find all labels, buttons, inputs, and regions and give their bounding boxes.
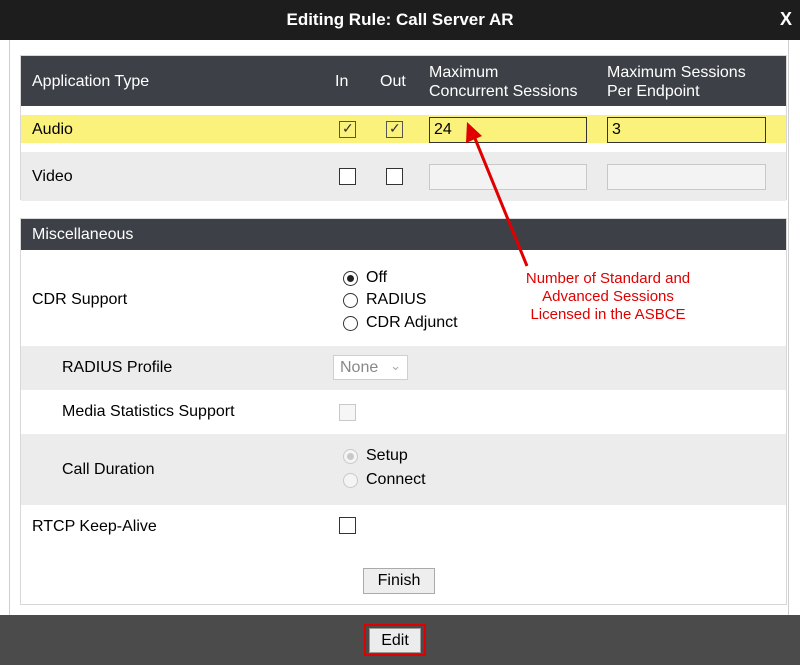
video-out-checkbox[interactable] xyxy=(386,168,403,185)
radius-profile-label: RADIUS Profile xyxy=(62,359,173,376)
radius-profile-select[interactable]: None ⌄ xyxy=(333,355,408,380)
table-row: Video xyxy=(21,155,786,201)
radius-profile-value: None xyxy=(340,359,379,376)
video-in-checkbox[interactable] xyxy=(339,168,356,185)
application-name: Video xyxy=(32,168,73,185)
audio-max-concurrent-input[interactable] xyxy=(429,117,587,143)
call-duration-connect-radio[interactable] xyxy=(343,473,358,488)
media-statistics-row: Media Statistics Support xyxy=(21,390,786,434)
rtcp-keepalive-label: RTCP Keep-Alive xyxy=(32,518,157,535)
cdr-radius-label: RADIUS xyxy=(366,291,427,308)
header-max-concurrent-line1: Maximum xyxy=(429,64,499,81)
call-duration-label: Call Duration xyxy=(62,461,155,478)
cdr-adjunct-label: CDR Adjunct xyxy=(366,314,458,331)
miscellaneous-header-label: Miscellaneous xyxy=(32,226,134,243)
audio-in-checkbox[interactable] xyxy=(339,120,356,138)
header-application-type: Application Type xyxy=(32,73,150,90)
header-max-per-endpoint-line2: Per Endpoint xyxy=(607,83,700,100)
application-table-header: Application Type In Out Maximum Concurre… xyxy=(21,56,786,106)
annotation-note: Number of Standard and Advanced Sessions… xyxy=(500,270,716,324)
annotation-line: Number of Standard and xyxy=(525,270,691,287)
header-in: In xyxy=(335,73,349,90)
cdr-radius-radio[interactable] xyxy=(343,293,358,308)
audio-max-per-endpoint-input[interactable] xyxy=(607,117,766,143)
application-name: Audio xyxy=(32,121,73,138)
video-max-concurrent-input[interactable] xyxy=(429,164,587,190)
cdr-off-radio[interactable] xyxy=(343,271,358,286)
dialog-title: Editing Rule: Call Server AR xyxy=(286,10,514,29)
close-button[interactable]: X xyxy=(780,9,792,30)
annotation-line: Advanced Sessions xyxy=(542,288,674,305)
edit-rule-dialog: Application Type In Out Maximum Concurre… xyxy=(9,40,789,615)
application-table: Application Type In Out Maximum Concurre… xyxy=(20,55,787,201)
video-max-per-endpoint-input[interactable] xyxy=(607,164,766,190)
call-duration-setup-label: Setup xyxy=(366,447,408,464)
chevron-down-icon: ⌄ xyxy=(390,358,401,373)
cdr-adjunct-radio[interactable] xyxy=(343,316,358,331)
call-duration-setup-radio[interactable] xyxy=(343,449,358,464)
call-duration-connect-label: Connect xyxy=(366,471,426,488)
radius-profile-row: RADIUS Profile None ⌄ xyxy=(21,346,786,390)
rtcp-keepalive-checkbox[interactable] xyxy=(339,517,356,534)
header-max-per-endpoint-line1: Maximum Sessions xyxy=(607,64,746,81)
media-statistics-label: Media Statistics Support xyxy=(62,403,235,420)
cdr-off-label: Off xyxy=(366,269,388,286)
call-duration-row: Call Duration Setup Connect xyxy=(21,434,786,505)
table-row: Audio xyxy=(21,106,786,152)
finish-button[interactable]: Finish xyxy=(363,568,435,594)
annotation-line: Licensed in the ASBCE xyxy=(530,306,686,323)
rtcp-keepalive-row: RTCP Keep-Alive xyxy=(21,505,786,549)
header-max-concurrent-line2: Concurrent Sessions xyxy=(429,83,578,100)
dialog-title-bar: Editing Rule: Call Server AR X xyxy=(0,0,800,40)
miscellaneous-header: Miscellaneous xyxy=(21,219,786,250)
edit-button[interactable]: Edit xyxy=(369,628,421,653)
audio-out-checkbox[interactable] xyxy=(386,120,403,138)
cdr-support-label: CDR Support xyxy=(32,291,128,308)
media-statistics-checkbox[interactable] xyxy=(339,404,356,421)
header-out: Out xyxy=(380,73,406,90)
